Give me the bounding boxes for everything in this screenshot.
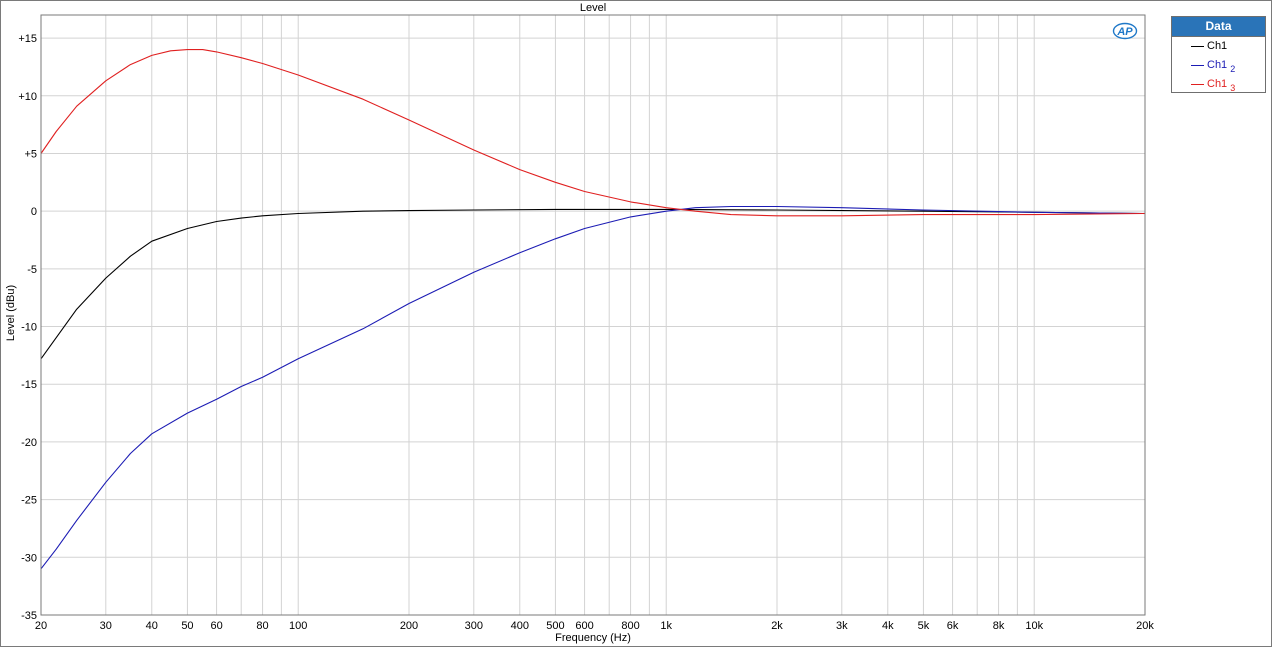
legend-subscript: 3 [1230, 83, 1236, 93]
legend-item-3: Ch1 3 [1172, 75, 1265, 94]
legend-label: Ch1 2 [1207, 59, 1236, 74]
legend-item-1: Ch1 [1172, 37, 1265, 56]
x-tick-label: 6k [947, 620, 959, 632]
x-tick-label: 4k [882, 620, 894, 632]
y-tick-label: +15 [18, 33, 37, 45]
x-tick-label: 50 [181, 620, 193, 632]
y-tick-label: -30 [21, 552, 37, 564]
x-tick-label: 20k [1136, 620, 1154, 632]
y-axis-title: Level (dBu) [5, 285, 17, 341]
y-tick-label: 0 [31, 206, 37, 218]
x-tick-label: 10k [1025, 620, 1043, 632]
x-tick-label: 300 [465, 620, 483, 632]
x-tick-label: 5k [918, 620, 930, 632]
x-tick-label: 60 [210, 620, 222, 632]
x-tick-label: 40 [146, 620, 158, 632]
legend-item-2: Ch1 2 [1172, 56, 1265, 75]
y-tick-label: +10 [18, 91, 37, 103]
legend-swatch [1191, 46, 1204, 47]
y-tick-labels: +15 +10 +5 0 -5 -10 -15 -20 -25 -30 -35 [18, 33, 37, 622]
x-tick-label: 30 [100, 620, 112, 632]
series-lines [40, 49, 1146, 570]
series-line-1 [40, 208, 1146, 360]
y-tick-label: -20 [21, 437, 37, 449]
svg-text:AP: AP [1116, 26, 1133, 38]
x-tick-label: 100 [289, 620, 307, 632]
y-tick-label: -5 [27, 264, 37, 276]
x-tick-label: 80 [256, 620, 268, 632]
plot-area [40, 14, 1146, 616]
x-tick-label: 600 [575, 620, 593, 632]
x-tick-label: 200 [400, 620, 418, 632]
chart-title: Level [580, 2, 606, 14]
series-line-2 [40, 205, 1146, 570]
legend-subscript: 2 [1230, 64, 1236, 74]
legend-title: Data [1172, 17, 1265, 37]
x-tick-label: 2k [771, 620, 783, 632]
x-tick-label: 3k [836, 620, 848, 632]
ap-logo-icon: AP [1112, 22, 1138, 40]
y-tick-label: -25 [21, 495, 37, 507]
legend-label: Ch1 3 [1207, 78, 1236, 93]
x-tick-label: 800 [621, 620, 639, 632]
y-tick-label: -15 [21, 379, 37, 391]
y-tick-label: -35 [21, 610, 37, 622]
legend-items: Ch1 Ch1 2 Ch1 3 [1172, 37, 1265, 94]
grid [41, 15, 1145, 615]
x-tick-label: 8k [993, 620, 1005, 632]
legend-label: Ch1 [1207, 40, 1228, 52]
legend-swatch [1191, 84, 1204, 85]
legend: Data Ch1 Ch1 2 Ch1 3 [1171, 16, 1266, 93]
x-tick-label: 500 [546, 620, 564, 632]
series-line-3 [40, 49, 1146, 217]
x-tick-labels: 20 30 40 50 60 80 100 200 300 400 500 600 800 1k 2k 3k 4… [35, 620, 1154, 632]
legend-swatch [1191, 65, 1204, 66]
y-tick-label: -10 [21, 322, 37, 334]
x-tick-label: 400 [511, 620, 529, 632]
level-chart: 20 30 40 50 60 80 100 200 300 400 500 600 800 1k 2k 3k 4… [5, 2, 1154, 644]
y-tick-label: +5 [24, 148, 37, 160]
x-axis-title: Frequency (Hz) [555, 632, 631, 644]
x-tick-label: 1k [660, 620, 672, 632]
